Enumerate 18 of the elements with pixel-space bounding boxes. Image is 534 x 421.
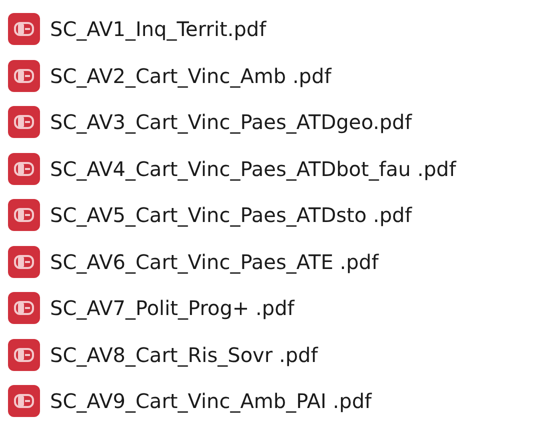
pdf-file-icon: [8, 106, 40, 138]
pdf-file-icon: [8, 385, 40, 418]
pdf-file-icon: [8, 292, 40, 324]
file-name[interactable]: SC_AV2_Cart_Vinc_Amb .pdf: [50, 64, 332, 88]
file-name[interactable]: SC_AV9_Cart_Vinc_Amb_PAI .pdf: [50, 389, 372, 414]
pdf-file-icon: [8, 246, 40, 278]
file-name[interactable]: SC_AV6_Cart_Vinc_Paes_ATE .pdf: [50, 250, 378, 274]
file-name[interactable]: SC_AV8_Cart_Ris_Sovr .pdf: [50, 342, 318, 367]
file-name[interactable]: SC_AV4_Cart_Vinc_Paes_ATDbot_fau .pdf: [50, 156, 456, 181]
pdf-file-icon: [8, 199, 40, 232]
pdf-file-icon: [8, 60, 40, 92]
file-name[interactable]: SC_AV3_Cart_Vinc_Paes_ATDgeo.pdf: [50, 110, 412, 134]
pdf-file-icon: [8, 338, 40, 371]
pdf-file-icon: [8, 152, 40, 185]
file-name[interactable]: SC_AV5_Cart_Vinc_Paes_ATDsto .pdf: [50, 203, 412, 228]
file-name[interactable]: SC_AV7_Polit_Prog+ .pdf: [50, 296, 294, 320]
pdf-file-icon: [8, 13, 40, 46]
file-name[interactable]: SC_AV1_Inq_Territ.pdf: [50, 17, 266, 42]
